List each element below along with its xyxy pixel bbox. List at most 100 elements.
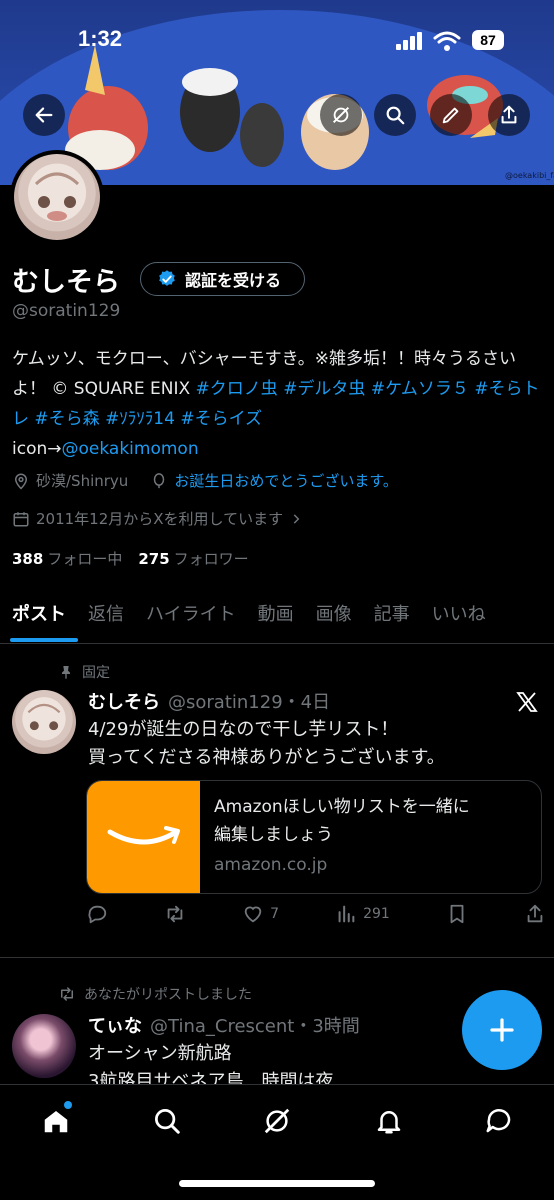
battery-indicator: 87 bbox=[472, 30, 504, 50]
tab-photos[interactable]: 画像 bbox=[304, 592, 362, 643]
tab-replies[interactable]: 返信 bbox=[76, 592, 134, 643]
arrow-left-icon bbox=[35, 107, 53, 123]
tweet-line: 3航路目サベネア島 時間は夜 bbox=[88, 1071, 334, 1084]
following-link[interactable]: 388 フォロー中 bbox=[12, 548, 122, 569]
repost-indicator: あなたがリポストしました bbox=[58, 984, 252, 1004]
nav-search[interactable] bbox=[149, 1103, 185, 1139]
search-icon bbox=[155, 1109, 180, 1134]
like-count: 7 bbox=[270, 906, 280, 922]
reply-icon bbox=[88, 905, 107, 924]
tweet-header: むしそら @soratin129・4日 bbox=[88, 688, 330, 714]
home-indicator bbox=[179, 1180, 375, 1187]
followers-label: フォロワー bbox=[173, 550, 249, 568]
profile-handle: @soratin129 bbox=[12, 301, 121, 321]
tweet-handle-time: @Tina_Crescent・3時間 bbox=[150, 1016, 360, 1037]
tab-likes[interactable]: いいね bbox=[420, 592, 496, 643]
amazon-logo bbox=[87, 781, 200, 893]
birthday: お誕生日おめでとうございます。 bbox=[150, 470, 398, 491]
tab-posts[interactable]: ポスト bbox=[0, 592, 78, 643]
edit-profile-button[interactable] bbox=[430, 94, 472, 136]
calendar-icon bbox=[13, 511, 29, 526]
tweet-text: 4/29が誕生の日なので干し芋リスト！ 買ってくださる神様ありがとうございます。 bbox=[88, 716, 445, 772]
heart-icon bbox=[244, 906, 262, 923]
get-verified-button[interactable]: 認証を受ける bbox=[140, 262, 305, 296]
following-label: フォロー中 bbox=[47, 550, 123, 568]
notification-dot bbox=[64, 1101, 72, 1109]
bio-hashtag[interactable]: #ｿﾗｿﾗ14 bbox=[105, 409, 175, 429]
compose-button[interactable] bbox=[462, 990, 542, 1070]
like-button[interactable]: 7 bbox=[242, 903, 279, 925]
tweet-avatar[interactable] bbox=[12, 690, 76, 754]
tweet-line: オーシャン新航路 bbox=[88, 1043, 232, 1064]
pinned-indicator: 固定 bbox=[58, 662, 110, 682]
repost-button[interactable] bbox=[164, 903, 186, 925]
signal-icon bbox=[396, 32, 422, 50]
pinned-label: 固定 bbox=[82, 665, 110, 681]
nav-notifications[interactable] bbox=[371, 1103, 407, 1139]
reply-button[interactable] bbox=[86, 903, 108, 925]
profile-name: むしそら bbox=[12, 267, 120, 298]
location: 砂漠/Shinryu bbox=[12, 470, 128, 491]
tweet-text: オーシャン新航路 3航路目サベネア島 時間は夜 bbox=[88, 1040, 468, 1084]
tweet-author-name[interactable]: てぃな bbox=[88, 1012, 142, 1038]
bookmark-button[interactable] bbox=[446, 903, 468, 925]
tab-articles[interactable]: 記事 bbox=[362, 592, 420, 643]
bio-hashtag[interactable]: #そら森 bbox=[34, 409, 99, 429]
repost-icon bbox=[167, 905, 183, 923]
pencil-icon bbox=[442, 107, 459, 124]
home-icon bbox=[44, 1111, 68, 1133]
pin-icon bbox=[62, 666, 70, 679]
follow-stats: 388 フォロー中 275 フォロワー bbox=[12, 548, 249, 569]
joined-text: 2011年12月からXを利用しています bbox=[36, 510, 284, 528]
profile-avatar[interactable] bbox=[10, 150, 104, 244]
back-button[interactable] bbox=[23, 94, 65, 136]
bio-hashtag[interactable]: #クロノ虫 bbox=[196, 379, 278, 399]
nav-home[interactable] bbox=[38, 1101, 74, 1139]
bio-mention-link[interactable]: @oekakimomon bbox=[62, 439, 199, 459]
tab-highlights[interactable]: ハイライト bbox=[134, 592, 246, 643]
grok-icon bbox=[264, 1108, 290, 1134]
views-button[interactable]: 291 bbox=[335, 903, 390, 925]
profile-meta: 砂漠/Shinryu お誕生日おめでとうございます。 bbox=[12, 470, 398, 491]
divider bbox=[0, 957, 554, 958]
bio-hashtag[interactable]: #そらイズ bbox=[180, 409, 262, 429]
link-card[interactable]: Amazonほしい物リストを一緒に 編集しましょう amazon.co.jp bbox=[86, 780, 542, 894]
status-time: 1:32 bbox=[78, 26, 123, 51]
get-verified-label: 認証を受ける bbox=[185, 271, 282, 290]
repost-icon bbox=[61, 987, 73, 1001]
following-count: 388 bbox=[12, 550, 44, 568]
birthday-text[interactable]: お誕生日おめでとうございます。 bbox=[174, 470, 398, 491]
joined-info[interactable]: 2011年12月からXを利用しています bbox=[12, 508, 303, 529]
bell-icon bbox=[377, 1111, 401, 1134]
tweet-line: 買ってくださる神様ありがとうございます。 bbox=[88, 747, 445, 768]
share-tweet-button[interactable] bbox=[524, 903, 546, 925]
search-button[interactable] bbox=[374, 94, 416, 136]
bio-hashtag[interactable]: #ケムソラ５ bbox=[371, 379, 469, 399]
wifi-icon bbox=[433, 31, 461, 51]
banner-credit: @oekakibi_fanart bbox=[505, 171, 554, 180]
followers-count: 275 bbox=[138, 550, 170, 568]
tweet-author-name[interactable]: むしそら bbox=[88, 688, 160, 714]
tweet-avatar[interactable] bbox=[12, 1014, 76, 1078]
nav-messages[interactable] bbox=[481, 1103, 517, 1139]
card-title: 編集しましょう bbox=[214, 825, 333, 845]
bookmark-icon bbox=[450, 904, 464, 924]
search-icon bbox=[386, 106, 405, 125]
card-title: Amazonほしい物リストを一緒に bbox=[214, 797, 470, 817]
status-bar: 1:32 87 bbox=[0, 0, 554, 80]
view-count: 291 bbox=[363, 906, 390, 922]
profile-bio: ケムッソ、モクロー、バシャーモすき。※雑多垢！！時々うるさいよ！ © SQUAR… bbox=[12, 344, 542, 464]
followers-link[interactable]: 275 フォロワー bbox=[138, 548, 248, 569]
verified-badge-icon bbox=[159, 270, 175, 286]
nav-grok[interactable] bbox=[259, 1103, 295, 1139]
bio-hashtag[interactable]: #デルタ虫 bbox=[283, 379, 365, 399]
card-domain: amazon.co.jp bbox=[214, 855, 328, 875]
location-pin-icon bbox=[14, 473, 28, 490]
avatar-illustration bbox=[34, 172, 80, 221]
grok-icon bbox=[332, 106, 350, 124]
grok-button[interactable] bbox=[320, 94, 362, 136]
avatar-illustration bbox=[27, 703, 61, 731]
tab-videos[interactable]: 動画 bbox=[246, 592, 304, 643]
share-button[interactable] bbox=[488, 94, 530, 136]
tweet-line: 4/29が誕生の日なので干し芋リスト！ bbox=[88, 719, 399, 740]
